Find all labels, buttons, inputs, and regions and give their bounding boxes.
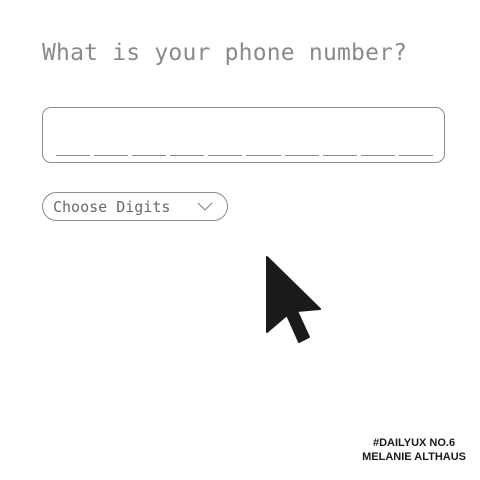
choose-digits-label: Choose Digits	[53, 197, 171, 216]
digit-slot	[246, 155, 281, 156]
digit-slot	[208, 155, 243, 156]
digit-slot	[284, 155, 319, 156]
mouse-pointer-icon	[266, 256, 321, 343]
chevron-down-icon	[197, 202, 213, 211]
phone-number-input[interactable]	[42, 107, 445, 163]
choose-digits-dropdown[interactable]: Choose Digits	[42, 192, 228, 221]
digit-slot	[56, 155, 91, 156]
digit-slot	[132, 155, 167, 156]
digit-slot	[94, 155, 129, 156]
digit-slot	[360, 155, 395, 156]
credit-line-2: MELANIE ALTHAUS	[362, 451, 466, 463]
digit-slots	[56, 155, 433, 156]
digit-slot	[322, 155, 357, 156]
digit-slot	[398, 155, 433, 156]
credit-line-1: #DAILYUX NO.6	[372, 437, 456, 449]
digit-slot	[170, 155, 205, 156]
question-heading: What is your phone number?	[42, 40, 408, 66]
credit-block: #DAILYUX NO.6 MELANIE ALTHAUS	[362, 436, 466, 464]
